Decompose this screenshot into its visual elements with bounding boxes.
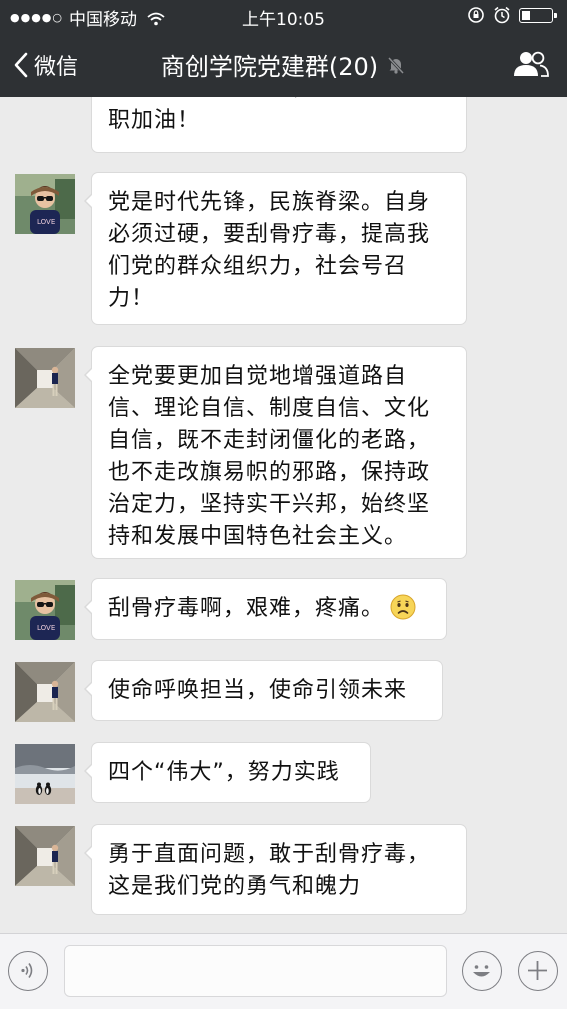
message-text-line: 勇于直面问题，敢于刮骨疗毒， [108, 842, 431, 867]
message-bubble[interactable]: 四个“伟大”，努力实践 [84, 742, 371, 803]
top-bar: ●●●●○ 中国移动 上午10:05 微信 商创学院党建群(20) [0, 0, 567, 97]
chat-title: 商创学院党建群(20) [160, 53, 379, 81]
group-icon [514, 51, 549, 77]
girl-avatar-image [15, 580, 75, 640]
message-list[interactable]: 为前进的祖国点赞，为发展的抗 职加油！ 党是时代先锋，民族脊梁。自身 必须过硬，… [0, 97, 567, 933]
message-bubble[interactable]: 全党要更加自觉地增强道路自 信、理论自信、制度自信、文化 自信，既不走封闭僵化的… [84, 346, 467, 559]
message-text-line: 这是我们党的勇气和魄力 [108, 874, 362, 899]
message-text-line: 治定力，坚持实干兴邦，始终坚 [108, 492, 431, 517]
message-text-line: 职加油！ [108, 108, 201, 133]
message-bubble[interactable]: 刮骨疗毒啊，艰难，疼痛。 [84, 578, 447, 640]
avatar[interactable] [15, 744, 75, 804]
tunnel-avatar-image [15, 662, 75, 722]
avatar[interactable] [15, 348, 75, 408]
penguins-avatar-image [15, 744, 75, 804]
message-text-line: 必须过硬，要刮骨疗毒，提高我 [108, 222, 431, 247]
message-text-line: 党是时代先锋，民族脊梁。自身 [108, 190, 431, 215]
message-text-line: 自信，既不走封闭僵化的老路， [108, 428, 431, 453]
message-text-line: 四个“伟大”，努力实践 [108, 760, 340, 785]
message-text-line: 也不走改旗易帜的邪路，保持政 [108, 460, 431, 485]
tunnel-avatar-image [15, 348, 75, 408]
voice-button[interactable] [8, 951, 48, 991]
message-text-line: 持和发展中国特色社会主义。 [108, 524, 408, 549]
avatar[interactable] [15, 826, 75, 886]
input-bar [0, 933, 567, 1009]
message-text-line: 为前进的祖国点赞，为发展的抗 [108, 97, 450, 105]
nav-bar: 微信 商创学院党建群(20) [0, 32, 567, 97]
message-text-line: 力！ [108, 286, 155, 311]
message-bubble[interactable]: 党是时代先锋，民族脊梁。自身 必须过硬，要刮骨疗毒，提高我 们党的群众组织力，社… [84, 172, 467, 325]
avatar[interactable] [15, 174, 75, 234]
bell-off-icon [388, 56, 405, 74]
message-text-line: 全党要更加自觉地增强道路自 [108, 364, 408, 389]
message-input[interactable] [64, 945, 447, 997]
smiley-icon [473, 965, 490, 977]
voice-icon [21, 963, 33, 978]
group-info-button[interactable] [513, 50, 549, 82]
avatar[interactable] [15, 662, 75, 722]
message-text-line: 们党的群众组织力，社会号召 [108, 254, 408, 279]
sad-face-icon [390, 594, 416, 620]
message-text-line: 刮骨疗毒啊，艰难，疼痛。 [108, 596, 385, 621]
battery-icon [519, 7, 557, 23]
message-text-line: 信、理论自信、制度自信、文化 [108, 396, 431, 421]
alarm-icon [494, 6, 510, 24]
plus-icon [528, 961, 547, 980]
more-button[interactable] [518, 951, 558, 991]
tunnel-avatar-image [15, 826, 75, 886]
message-bubble[interactable]: 使命呼唤担当，使命引领未来 [84, 660, 443, 721]
rotation-lock-icon [468, 7, 484, 23]
message-bubble[interactable]: 为前进的祖国点赞，为发展的抗 职加油！ [91, 97, 467, 153]
message-bubble[interactable]: 勇于直面问题，敢于刮骨疗毒， 这是我们党的勇气和魄力 [84, 824, 467, 915]
emoji-button[interactable] [462, 951, 502, 991]
message-text-line: 使命呼唤担当，使命引领未来 [108, 678, 408, 703]
girl-avatar-image [15, 174, 75, 234]
status-bar: ●●●●○ 中国移动 上午10:05 [0, 0, 567, 32]
avatar[interactable] [15, 580, 75, 640]
